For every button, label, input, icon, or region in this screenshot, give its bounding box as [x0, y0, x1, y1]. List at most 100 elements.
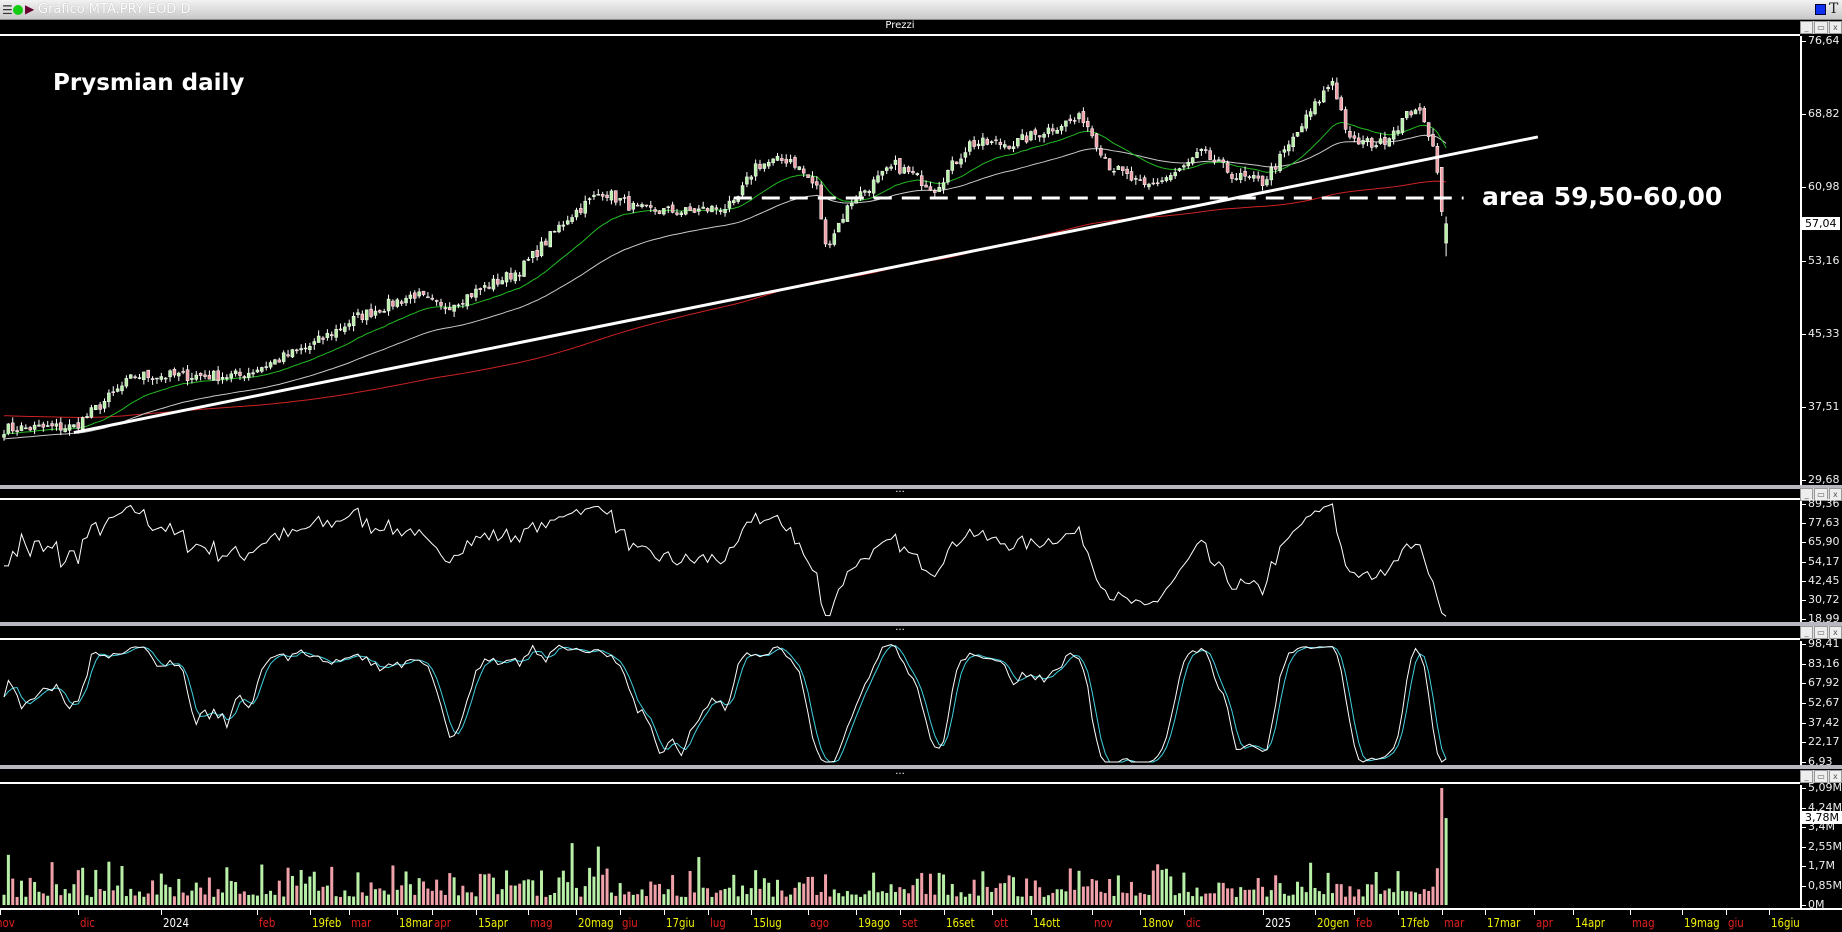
candle: [268, 362, 273, 368]
volume-bar: [487, 873, 491, 905]
candle: [1129, 171, 1134, 181]
volume-bar: [1095, 880, 1098, 905]
volume-bar: [439, 890, 443, 905]
candle: [225, 377, 229, 379]
candle: [972, 140, 976, 147]
hamburger-icon[interactable]: ☰: [2, 3, 13, 17]
rsi-axis[interactable]: 89,36 77,63 65,90 54,17 42,45 30,72 18,99: [1800, 497, 1842, 625]
candle: [1343, 109, 1348, 130]
volume-bar: [815, 894, 819, 905]
volume-bar: [544, 896, 548, 905]
candle: [1225, 162, 1230, 173]
text-tool-icon[interactable]: T: [1829, 1, 1838, 17]
volume-bar: [1313, 887, 1317, 905]
candle: [1300, 126, 1304, 133]
volume-bar: [1309, 862, 1313, 905]
volume-bar: [1387, 888, 1391, 905]
volume-bar: [325, 885, 329, 905]
date-label: nov: [0, 916, 15, 930]
price-axis[interactable]: 76,64 68,82 60,98 53,16 45,33 37,51 29,68 57,04: [1800, 34, 1842, 486]
volume-bar: [474, 896, 478, 905]
candle: [373, 310, 378, 316]
volume-bar: [1304, 892, 1308, 905]
candle: [509, 272, 513, 280]
volume-bar: [1020, 896, 1024, 905]
volume-bar: [1134, 895, 1138, 905]
volume-bar: [1038, 887, 1042, 905]
candle: [701, 206, 705, 209]
candle: [1260, 175, 1265, 186]
stochastic-axis[interactable]: 98,41 83,16 67,92 52,67 37,42 22,17 6,93: [1800, 637, 1842, 768]
candle: [1090, 128, 1094, 137]
volume-bar: [1204, 893, 1208, 905]
candle: [1116, 165, 1121, 170]
volume-bar: [435, 879, 439, 905]
maximize-icon[interactable]: ▭: [1814, 21, 1828, 34]
candle: [723, 209, 727, 214]
candle: [1046, 127, 1051, 134]
volume-bar: [889, 884, 893, 905]
volume-bar: [286, 867, 290, 905]
volume-bar: [255, 895, 259, 905]
volume-bar: [63, 889, 67, 905]
price-panel-window-buttons[interactable]: _ ▭ x: [1800, 21, 1842, 34]
candle: [1352, 135, 1357, 139]
candle: [1064, 120, 1068, 127]
candle: [561, 224, 566, 227]
candle: [1230, 174, 1234, 179]
volume-bar: [194, 882, 198, 905]
volume-bar: [251, 894, 255, 905]
candle: [181, 371, 185, 373]
stochastic-chart[interactable]: [0, 641, 1800, 765]
volume-bar: [837, 893, 841, 905]
volume-bar: [1269, 890, 1273, 905]
volume-bar: [1191, 896, 1195, 905]
candle: [919, 175, 924, 187]
minimize-icon[interactable]: _: [1800, 21, 1814, 34]
candle: [753, 163, 758, 177]
color-picker-icon[interactable]: [1815, 4, 1826, 15]
candle: [544, 240, 548, 246]
volume-bar: [120, 866, 124, 905]
candle: [649, 205, 653, 208]
candle: [819, 184, 823, 220]
play-arrow-icon[interactable]: ▶: [25, 2, 34, 16]
candle: [72, 424, 76, 428]
candle: [579, 208, 583, 213]
candle: [767, 161, 771, 167]
candle: [124, 378, 129, 387]
volume-bar: [1400, 890, 1404, 905]
volume-axis[interactable]: 5,09M 4,24M 3,4M 2,55M 1,7M 0,85M 0M 3,78M: [1800, 781, 1842, 911]
candle: [1186, 162, 1191, 167]
candle: [461, 303, 465, 305]
rsi-chart[interactable]: [0, 501, 1800, 622]
volume-bar: [1230, 888, 1234, 905]
candle: [1396, 130, 1400, 134]
volume-bar: [535, 895, 539, 905]
axis-tick-label: 65,90: [1802, 535, 1840, 548]
price-chart[interactable]: [0, 36, 1800, 485]
volume-chart[interactable]: [0, 785, 1800, 908]
axis-tick-label: 89,36: [1802, 497, 1840, 510]
candle: [771, 158, 775, 164]
date-tick: [663, 910, 665, 915]
date-axis[interactable]: novdic2024feb19febmar18marapr15aprmag20m…: [0, 908, 1842, 932]
volume-bar: [1396, 871, 1400, 905]
volume-bar: [784, 896, 788, 905]
green-dot-icon: [13, 5, 23, 15]
date-tick: [397, 910, 399, 915]
candle: [1409, 111, 1413, 116]
candle: [229, 373, 233, 379]
volume-bar: [360, 892, 364, 905]
volume-bar: [426, 888, 430, 905]
candle: [1120, 166, 1125, 171]
window-titlebar[interactable]: ☰ ▶ Grafico MTA.PRY EOD D T: [0, 0, 1842, 20]
close-icon[interactable]: x: [1828, 21, 1842, 34]
candle: [863, 190, 867, 193]
volume-bar: [518, 883, 522, 905]
volume-bar: [199, 887, 203, 905]
volume-bar: [1274, 875, 1278, 905]
candle: [203, 374, 207, 377]
volume-bar: [583, 886, 587, 905]
date-label: mag: [530, 916, 554, 930]
